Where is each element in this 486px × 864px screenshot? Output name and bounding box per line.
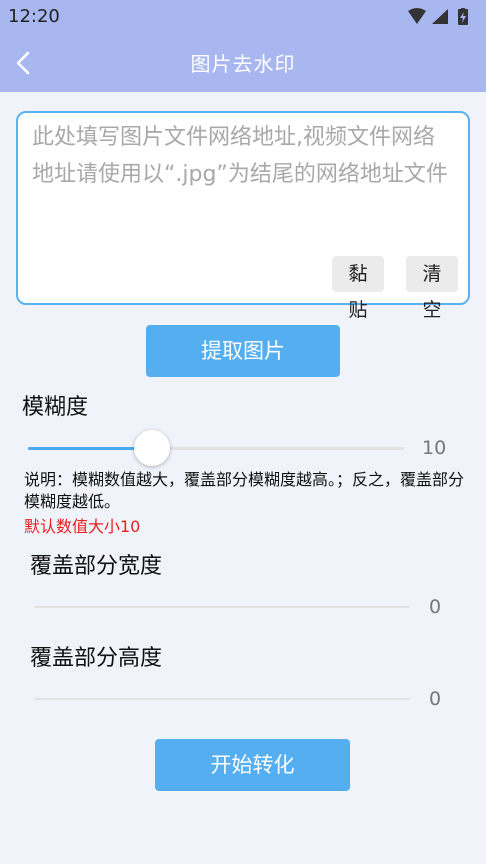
extract-image-button[interactable]: 提取图片	[146, 325, 340, 377]
page-title: 图片去水印	[190, 52, 296, 76]
blur-slider[interactable]	[28, 447, 404, 450]
url-input-card: 黏贴 清空	[16, 111, 470, 321]
battery-charging-icon	[458, 8, 468, 25]
clear-button[interactable]: 清空	[406, 256, 458, 321]
blur-slider-thumb[interactable]	[134, 430, 171, 466]
cover-height-label: 覆盖部分高度	[30, 646, 163, 671]
status-time: 12:20	[8, 6, 60, 27]
wifi-icon	[408, 8, 426, 24]
signal-icon	[432, 9, 448, 24]
cover-width-label: 覆盖部分宽度	[30, 554, 163, 579]
url-input[interactable]	[32, 119, 456, 237]
blur-description: 说明：模糊数值越大，覆盖部分模糊度越高。；反之，覆盖部分模糊度越低。	[24, 470, 465, 511]
status-bar: 12:20	[0, 0, 486, 34]
cover-height-value: 0	[429, 688, 442, 710]
cover-width-slider[interactable]	[34, 606, 410, 608]
cover-width-value: 0	[429, 596, 442, 618]
status-icons	[406, 8, 476, 26]
start-convert-button[interactable]: 开始转化	[155, 739, 350, 791]
blur-value: 10	[422, 437, 447, 459]
blur-label: 模糊度	[22, 395, 89, 420]
default-value-note: 默认数值大小10	[24, 517, 141, 536]
app-bar: 图片去水印	[0, 34, 486, 92]
cover-height-slider[interactable]	[34, 698, 410, 700]
paste-button[interactable]: 黏贴	[332, 256, 384, 321]
